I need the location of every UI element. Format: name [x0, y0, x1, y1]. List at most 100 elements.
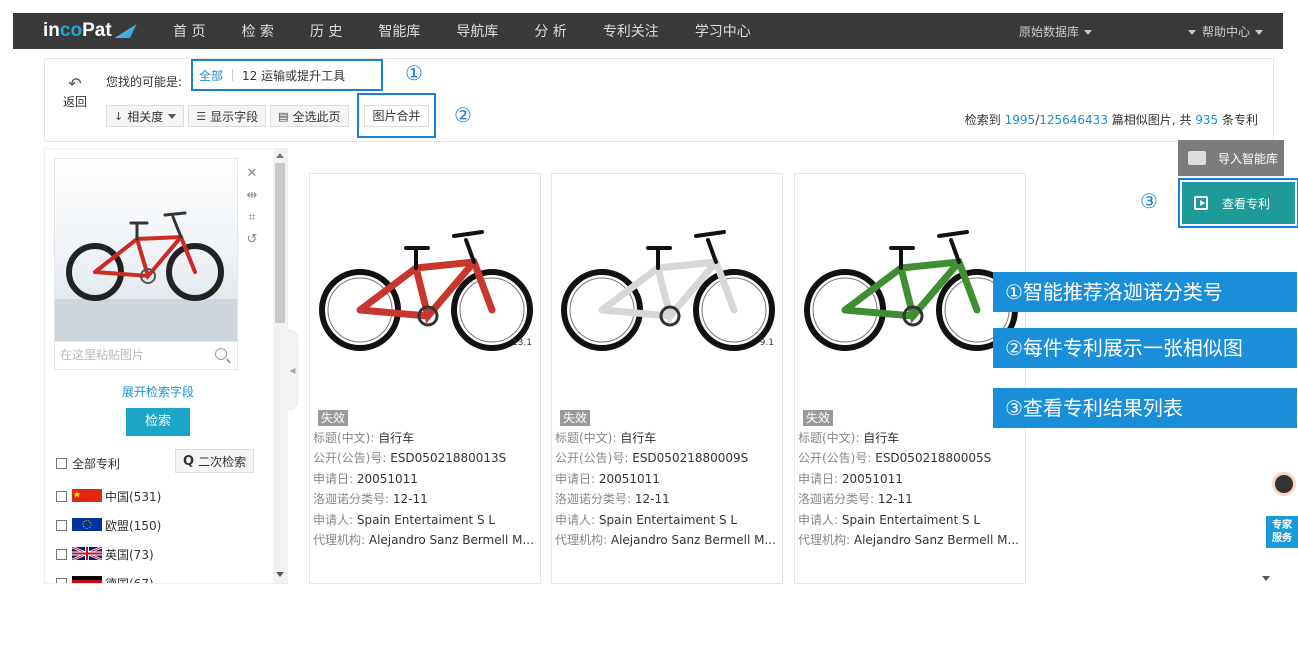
meta-row: 标题(中文): 自行车 [798, 428, 1024, 448]
scroll-down-icon[interactable] [1262, 576, 1270, 581]
paste-image-input[interactable]: 在这里粘贴图片 [54, 342, 238, 370]
result-suffix: 条专利 [1221, 113, 1258, 127]
nav-item-3[interactable]: 历 史 [310, 21, 342, 41]
patent-card[interactable]: 13.1 失效 标题(中文): 自行车 公开(公告)号: ESD05021880013… [309, 173, 541, 584]
nav-item-4[interactable]: 智能库 [378, 21, 420, 41]
result-mid: 篇相似图片, 共 [1111, 113, 1192, 127]
back-arrow-icon: ↶ [68, 74, 82, 93]
country-checkbox[interactable] [56, 578, 67, 583]
result-prefix: 检索到 [964, 113, 1001, 127]
meta-row: 洛迦诺分类号: 12-11 [798, 489, 1024, 509]
chevron-down-icon [1255, 29, 1263, 35]
back-button[interactable]: ↶ 返回 [55, 75, 95, 119]
meta-value: Spain Entertaiment S L [841, 512, 981, 527]
scroll-down-icon[interactable] [276, 572, 284, 577]
meta-row: 申请日: 20051011 [313, 469, 539, 489]
country-checkbox[interactable] [56, 520, 67, 531]
sort-relevance-button[interactable]: ↓ 相关度 [106, 105, 185, 127]
rotate-icon[interactable]: ↺ [247, 229, 258, 251]
view-patents-label: 查看专利 [1222, 196, 1271, 211]
search-icon: Q [183, 453, 195, 469]
nav-item-6[interactable]: 分 析 [534, 21, 566, 41]
nav-item-5[interactable]: 导航库 [456, 21, 498, 41]
patent-card[interactable]: 失效 标题(中文): 自行车 公开(公告)号: ESD05021880005S 申请日… [794, 173, 1026, 584]
all-patents-checkbox[interactable] [56, 458, 67, 469]
meta-row: 公开(公告)号: ESD05021880009S [555, 448, 781, 468]
meta-value: 自行车 [620, 431, 657, 445]
chevron-down-icon [1083, 29, 1092, 35]
nav-item-8[interactable]: 学习中心 [695, 21, 751, 41]
patent-card[interactable]: 9.1 失效 标题(中文): 自行车 公开(公告)号: ESD05021880009S… [551, 173, 783, 584]
meta-row: 申请日: 20051011 [555, 469, 781, 489]
search-button[interactable]: 检索 [126, 408, 190, 436]
country-filter-item[interactable]: 欧盟(150) [56, 517, 161, 534]
help-dropdown-label: 帮助中心 [1201, 24, 1250, 39]
scroll-up-icon[interactable] [276, 153, 284, 158]
patent-meta: 标题(中文): 自行车 公开(公告)号: ESD05021880013S 申请日: … [313, 428, 539, 550]
collapse-panel-handle[interactable]: ◀ [288, 330, 298, 410]
meta-key: 代理机构: [313, 533, 369, 548]
close-icon[interactable]: ✕ [247, 163, 258, 185]
result-total-count: 125646433 [1039, 113, 1108, 127]
nav-item-1[interactable]: 首 页 [173, 21, 205, 41]
meta-value: 20051011 [356, 471, 418, 486]
view-patents-button[interactable]: 查看专利 [1182, 182, 1295, 224]
annotation-marker-3: ③ [1140, 189, 1158, 213]
meta-row: 公开(公告)号: ESD05021880013S [313, 448, 539, 468]
flip-icon[interactable]: ⇹ [247, 185, 258, 207]
avatar [1272, 472, 1296, 496]
search-icon[interactable] [215, 348, 227, 360]
display-fields-button[interactable]: ☰ 显示字段 [188, 105, 267, 127]
left-panel-scrollbar[interactable] [273, 149, 287, 583]
bike-image [804, 230, 1018, 351]
database-dropdown-label: 原始数据库 [1018, 24, 1079, 39]
meta-value: Alejandro Sanz Bermell M... [368, 533, 534, 548]
suggest-class-link[interactable]: 12 运输或提升工具 [242, 67, 345, 84]
help-dropdown[interactable]: 帮助中心 [1187, 23, 1263, 40]
second-search-button[interactable]: Q 二次检索 [175, 449, 255, 473]
meta-key: 申请日: [798, 471, 842, 486]
country-filter-item[interactable]: 德国(67) [56, 575, 154, 583]
logo-text-mid: co [59, 20, 83, 41]
image-merge-label: 图片合并 [372, 109, 421, 123]
second-search-label: 二次检索 [198, 454, 247, 469]
logo-text-pre: in [43, 20, 60, 41]
country-label: 英国(73) [105, 548, 154, 562]
expert-service-label: 专家 服务 [1266, 516, 1298, 548]
merge-highlight-box: 图片合并 [357, 93, 436, 138]
country-checkbox[interactable] [56, 549, 67, 560]
select-page-button[interactable]: ▤ 全选此页 [270, 105, 349, 127]
query-image[interactable] [54, 158, 238, 342]
meta-key: 申请日: [313, 471, 357, 486]
nav-menu: 首 页 检 索 历 史 智能库 导航库 分 析 专利关注 学习中心 [173, 13, 787, 49]
search-toolbar-panel: ↶ 返回 您找的可能是: 全部 12 运输或提升工具 ① ↓ 相关度 ☰ 显示字段 … [44, 58, 1274, 142]
country-checkbox[interactable] [56, 491, 67, 502]
annotation-marker-2: ② [454, 103, 472, 127]
import-library-button[interactable]: 导入智能库 [1178, 140, 1284, 176]
crop-icon[interactable]: ⌗ [248, 207, 255, 229]
suggest-all-link[interactable]: 全部 [199, 67, 223, 84]
expert-service-widget[interactable]: 专家 服务 [1266, 472, 1298, 552]
country-flag-icon [72, 517, 105, 534]
nav-item-2[interactable]: 检 索 [241, 21, 273, 41]
divider [232, 69, 234, 81]
meta-value: 自行车 [378, 431, 415, 445]
incopat-logo[interactable]: in co Pat [13, 20, 173, 42]
scroll-thumb[interactable] [275, 163, 285, 323]
meta-key: 公开(公告)号: [555, 451, 633, 466]
meta-key: 洛迦诺分类号: [555, 492, 635, 507]
meta-key: 申请人: [798, 512, 842, 527]
meta-row: 申请人: Spain Entertaiment S L [798, 510, 1024, 530]
country-filter-item[interactable]: 英国(73) [56, 545, 154, 563]
image-merge-button[interactable]: 图片合并 [364, 104, 429, 127]
all-patents-row[interactable]: 全部专利 [56, 455, 120, 472]
database-dropdown[interactable]: 原始数据库 [1019, 23, 1092, 40]
expand-fields-link[interactable]: 展开检索字段 [122, 383, 194, 400]
country-filter-item[interactable]: 中国(531) [56, 488, 161, 505]
meta-value: Alejandro Sanz Bermell M... [853, 533, 1019, 548]
meta-key: 申请人: [555, 512, 599, 527]
nav-item-7[interactable]: 专利关注 [603, 21, 659, 41]
meta-key: 代理机构: [555, 533, 611, 548]
similarity-score: 13.1 [511, 338, 532, 348]
country-flag-icon [72, 575, 105, 583]
